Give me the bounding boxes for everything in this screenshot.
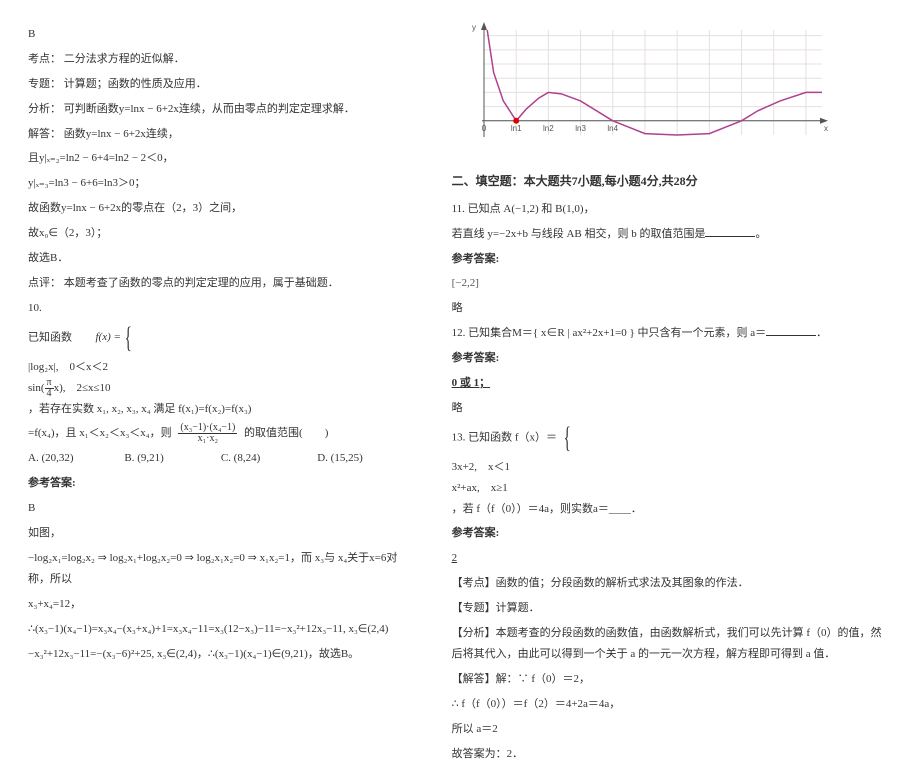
right-column: 0 ln1 ln2 ln3 ln4 y x 二、填空题：本大题共7小题,每小题4分,共28分… <box>442 0 920 651</box>
q10-stem: 已知函数 f(x) = { <box>28 323 414 353</box>
piecewise-fx: f(x) = { <box>96 323 134 353</box>
section-2-title: 二、填空题：本大题共7小题,每小题4分,共28分 <box>452 170 892 193</box>
dianping-label: 点评： <box>28 277 61 289</box>
case-1: |log₂x|, 0＜x＜2 <box>28 357 414 378</box>
page: B 考点： 二分法求方程的近似解． 专题： 计算题；函数的性质及应用． 分析： … <box>0 0 920 651</box>
blank-12 <box>766 324 816 336</box>
zhuanti-text: 计算题；函数的性质及应用． <box>64 78 207 90</box>
jieda: 解答： 函数y=lnx − 6+2x连续， <box>28 124 414 145</box>
fenxi-text: 可判断函数y=lnx − 6+2x连续，从而由零点的判定定理求解． <box>64 103 355 115</box>
known-label: 已知函数 <box>28 331 72 343</box>
kp-13: 【考点】函数的值；分段函数的解析式求法及其图象的作法． <box>452 573 892 594</box>
kaodian-label: 考点： <box>28 53 61 65</box>
lue-12: 略 <box>452 398 892 419</box>
answer-b: B <box>28 24 414 45</box>
opt-a: A. (20,32) <box>28 448 124 469</box>
eq-2: y|ₓ₌₃=ln3 − 6+6=ln3＞0； <box>28 173 414 194</box>
ref-answer-label: 参考答案: <box>28 473 414 494</box>
svg-text:ln2: ln2 <box>543 124 554 133</box>
ans-11: [−2,2] <box>452 273 892 294</box>
chart-plot: 0 ln1 ln2 ln3 ln4 y x <box>462 20 832 160</box>
zhuanti: 专题： 计算题；函数的性质及应用． <box>28 74 414 95</box>
fx-head: f(x) = <box>96 329 121 346</box>
chart-svg: 0 ln1 ln2 ln3 ln4 y x <box>462 20 832 160</box>
jd-13d: 故答案为：2． <box>452 744 892 764</box>
brace-icon-13: { <box>563 423 570 453</box>
svg-text:0: 0 <box>481 124 486 133</box>
opt-c: C. (8,24) <box>221 448 317 469</box>
q10-num: 10. <box>28 298 414 319</box>
jd-13b: ∴ f（f（0））＝f（2）＝4+2a＝4a， <box>452 694 892 715</box>
proof-4: −x₃²+12x₃−11=−(x₃−6)²+25, x₃∈(2,4)，∴(x₃−… <box>28 644 414 665</box>
ans-13: 2 <box>452 548 892 569</box>
fx-13: 【分析】本题考查的分段函数的函数值，由函数解析式，我们可以先计算 f（0）的值，… <box>452 623 892 665</box>
ans-12: 0 或 1； <box>452 373 892 394</box>
q10-line2: =f(x₄)，且 x₁＜x₂＜x₃＜x₄，则 (x₃−1)·(x₄−1) x₁·… <box>28 423 414 444</box>
svg-text:ln4: ln4 <box>607 124 618 133</box>
proof-1: −log₂x₁=log₂x₂ ⇒ log₂x₁+log₂x₂=0 ⇒ log₂x… <box>28 548 414 590</box>
after-cases: ，若存在实数 x₁, x₂, x₃, x₄ 满足 f(x₁)=f(x₂)=f(x… <box>28 403 251 415</box>
case13-1: 3x+2, x＜1 <box>452 457 892 478</box>
q13: 13. 已知函数 f（x）＝ { <box>452 423 892 453</box>
eq-5: 故选B． <box>28 248 414 269</box>
ref-11: 参考答案: <box>452 249 892 270</box>
jieda-label: 解答： <box>28 128 61 140</box>
as-figure: 如图， <box>28 523 414 544</box>
jieda-text: 函数y=lnx − 6+2x连续， <box>64 128 179 140</box>
left-column: B 考点： 二分法求方程的近似解． 专题： 计算题；函数的性质及应用． 分析： … <box>0 0 442 651</box>
jd-13a: 【解答】解：∵ f（0）＝2， <box>452 669 892 690</box>
eq-3: 故函数y=lnx − 6+2x的零点在（2，3）之间， <box>28 198 414 219</box>
frac-pi4: π4 <box>45 378 54 399</box>
proof-3: ∴(x₃−1)(x₄−1)=x₃x₄−(x₃+x₄)+1=x₃x₄−11=x₃(… <box>28 619 414 640</box>
fenxi-label: 分析： <box>28 103 61 115</box>
jd-13c: 所以 a＝2 <box>452 719 892 740</box>
answer-b-2: B <box>28 498 414 519</box>
zhuanti-label: 专题： <box>28 78 61 90</box>
proof-2: x₃+x₄=12， <box>28 594 414 615</box>
q10-options: A. (20,32) B. (9,21) C. (8,24) D. (15,25… <box>28 448 414 469</box>
opt-d: D. (15,25) <box>317 448 413 469</box>
q11a: 11. 已知点 A(−1,2) 和 B(1,0)， <box>452 199 892 220</box>
dianping: 点评： 本题考查了函数的零点的判定定理的应用，属于基础题． <box>28 273 414 294</box>
case-2: sin(π4x), 2≤x≤10 <box>28 378 414 399</box>
q12: 12. 已知集合M＝{ x∈R | ax²+2x+1=0 } 中只含有一个元素，… <box>452 323 892 344</box>
fenxi: 分析： 可判断函数y=lnx − 6+2x连续，从而由零点的判定定理求解． <box>28 99 414 120</box>
blank-11 <box>705 225 755 237</box>
svg-text:ln3: ln3 <box>575 124 586 133</box>
eq-4: 故x₀∈（2，3）； <box>28 223 414 244</box>
ref-12: 参考答案: <box>452 348 892 369</box>
brace-icon: { <box>125 323 132 353</box>
opt-b: B. (9,21) <box>124 448 220 469</box>
svg-text:y: y <box>472 23 476 32</box>
dianping-text: 本题考查了函数的零点的判定定理的应用，属于基础题． <box>64 277 339 289</box>
q11b: 若直线 y=−2x+b 与线段 AB 相交，则 b 的取值范围是。 <box>452 224 892 245</box>
lue-11: 略 <box>452 298 892 319</box>
zt-13: 【专题】计算题． <box>452 598 892 619</box>
frac-expr: (x₃−1)·(x₄−1) x₁·x₂ <box>178 423 237 444</box>
kaodian: 考点： 二分法求方程的近似解． <box>28 49 414 70</box>
case13-2: x²+ax, x≥1 <box>452 478 892 499</box>
svg-text:x: x <box>824 124 828 133</box>
eq-1: 且y|ₓ₌₂=ln2 − 6+4=ln2 − 2＜0， <box>28 148 414 169</box>
piecewise-13: { <box>560 423 572 453</box>
kaodian-text: 二分法求方程的近似解． <box>64 53 185 65</box>
svg-text:ln1: ln1 <box>510 124 521 133</box>
ref-13: 参考答案: <box>452 523 892 544</box>
